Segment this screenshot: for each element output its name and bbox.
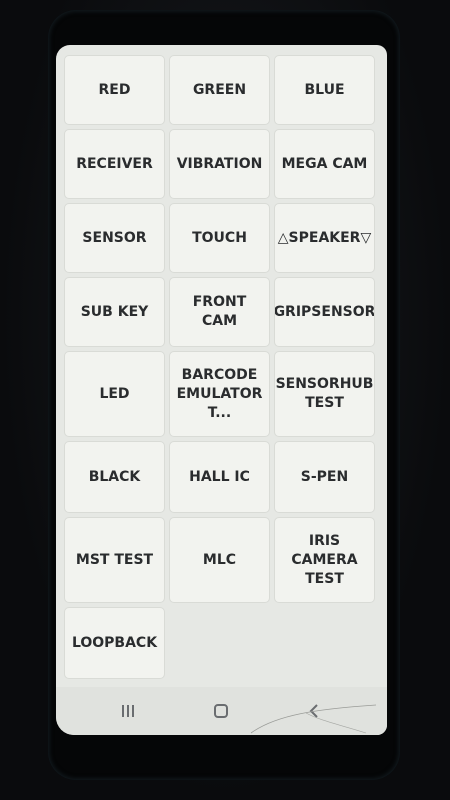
test-button-loopback[interactable]: LOOPBACK — [64, 607, 165, 679]
test-button-receiver[interactable]: RECEIVER — [64, 129, 165, 199]
test-button-mega-cam[interactable]: MEGA CAM — [274, 129, 375, 199]
test-button-gripsensor[interactable]: GRIPSENSOR — [274, 277, 375, 347]
test-button-sensorhub-test[interactable]: SENSORHUB TEST — [274, 351, 375, 437]
test-button-hall-ic[interactable]: HALL IC — [169, 441, 270, 513]
test-button-sub-key[interactable]: SUB KEY — [64, 277, 165, 347]
screen: RED GREEN BLUE RECEIVER VIBRATION MEGA C… — [56, 45, 387, 735]
test-button-blue[interactable]: BLUE — [274, 55, 375, 125]
test-button-mst-test[interactable]: MST TEST — [64, 517, 165, 603]
test-button-front-cam[interactable]: FRONT CAM — [169, 277, 270, 347]
home-icon[interactable] — [209, 699, 233, 723]
recents-icon[interactable] — [116, 699, 140, 723]
test-button-black[interactable]: BLACK — [64, 441, 165, 513]
test-button-vibration[interactable]: VIBRATION — [169, 129, 270, 199]
test-button-sensor[interactable]: SENSOR — [64, 203, 165, 273]
test-button-mlc[interactable]: MLC — [169, 517, 270, 603]
test-button-speaker[interactable]: △SPEAKER▽ — [274, 203, 375, 273]
navigation-bar — [56, 687, 387, 735]
test-button-iris-camera-test[interactable]: IRIS CAMERA TEST — [274, 517, 375, 603]
back-icon[interactable] — [302, 699, 326, 723]
test-button-red[interactable]: RED — [64, 55, 165, 125]
test-button-s-pen[interactable]: S-PEN — [274, 441, 375, 513]
test-button-led[interactable]: LED — [64, 351, 165, 437]
test-button-touch[interactable]: TOUCH — [169, 203, 270, 273]
test-button-barcode-emulator[interactable]: BARCODE EMULATOR T... — [169, 351, 270, 437]
test-button-green[interactable]: GREEN — [169, 55, 270, 125]
